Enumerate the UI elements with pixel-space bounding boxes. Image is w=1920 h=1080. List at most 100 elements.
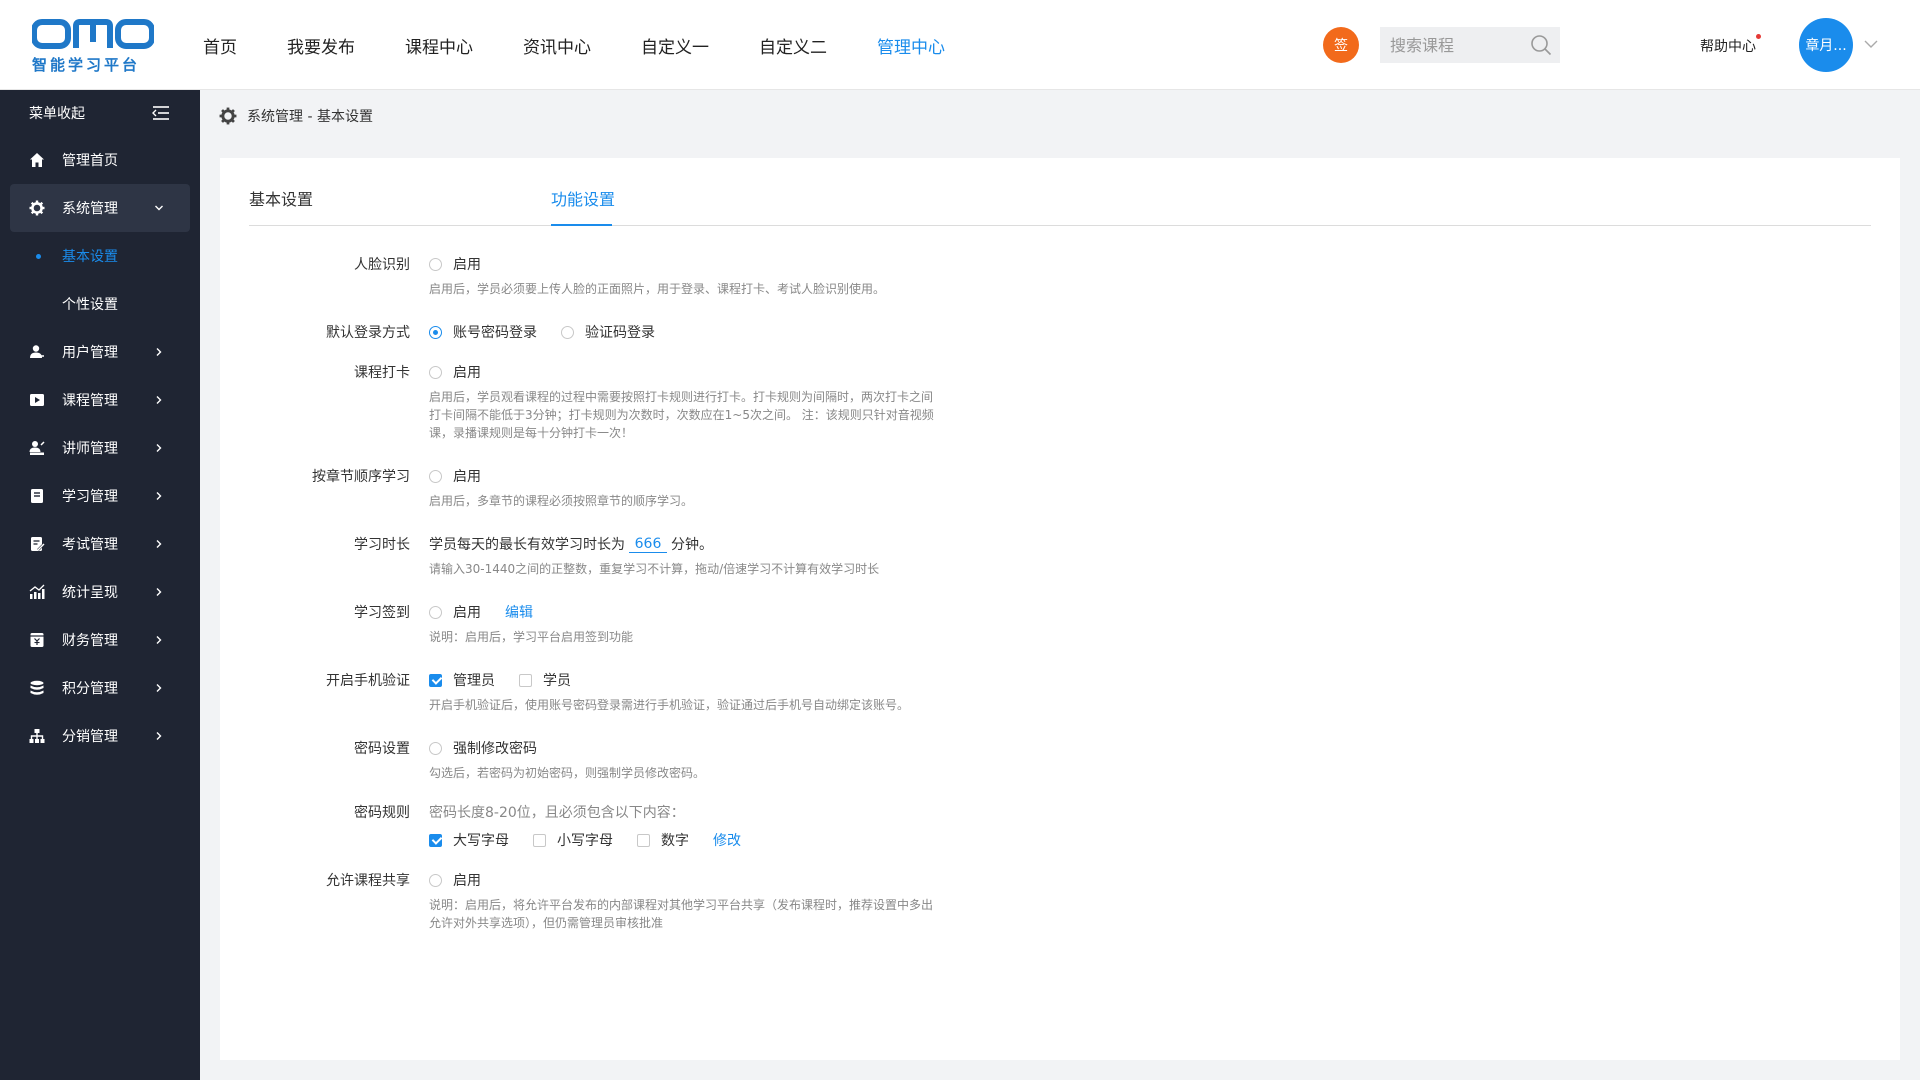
chevron-right-icon	[156, 444, 162, 452]
chart-icon	[29, 584, 45, 599]
database-icon	[30, 680, 44, 695]
checkbox-box	[533, 833, 546, 847]
sequence-enable-radio[interactable]: 启用	[429, 466, 481, 486]
phone-admin-checkbox[interactable]: 管理员	[429, 670, 495, 690]
radio-circle	[561, 325, 574, 339]
tab-function-settings[interactable]: 功能设置	[551, 186, 615, 210]
option-label: 大写字母	[453, 833, 509, 849]
logo[interactable]: 智能学习平台	[32, 18, 154, 74]
sidebar-item-label: 积分管理	[62, 681, 118, 697]
sidebar-item-teachers[interactable]: 讲师管理	[0, 424, 200, 472]
chevron-right-icon	[156, 684, 162, 692]
login-code-radio[interactable]: 验证码登录	[561, 322, 655, 342]
nav-home[interactable]: 首页	[203, 33, 237, 58]
sidebar-item-learning[interactable]: 学习管理	[0, 472, 200, 520]
setting-description: 说明：启用后，将允许平台发布的内部课程对其他学习平台共享（发布课程时，推荐设置中…	[429, 898, 934, 930]
chevron-right-icon	[156, 636, 162, 644]
sidebar-item-courses[interactable]: 课程管理	[0, 376, 200, 424]
option-label: 启用	[453, 365, 481, 381]
setting-field: 大写字母 小写字母 数字 修改	[429, 830, 741, 850]
option-label: 验证码登录	[585, 325, 655, 341]
option-label: 启用	[453, 605, 481, 621]
finance-icon	[30, 633, 44, 647]
sidebar-item-points[interactable]: 积分管理	[0, 664, 200, 712]
share-enable-radio[interactable]: 启用	[429, 870, 481, 890]
avatar[interactable]: 章月...	[1799, 18, 1853, 72]
option-label: 小写字母	[557, 833, 613, 849]
nav-news[interactable]: 资讯中心	[523, 33, 591, 58]
duration-prefix: 学员每天的最长有效学习时长为	[429, 537, 625, 553]
setting-label: 学习时长	[354, 537, 410, 553]
search-input[interactable]	[1380, 27, 1520, 63]
sidebar-item-distribution[interactable]: 分销管理	[0, 712, 200, 760]
main-nav: 首页 我要发布 课程中心 资讯中心 自定义一 自定义二 管理中心	[178, 0, 970, 90]
sidebar-item-label: 学习管理	[62, 489, 118, 505]
nav-publish[interactable]: 我要发布	[287, 33, 355, 58]
option-label: 数字	[661, 833, 689, 849]
face-enable-radio[interactable]: 启用	[429, 254, 481, 274]
hierarchy-icon	[29, 729, 45, 743]
sidebar-item-label: 考试管理	[62, 537, 118, 553]
rule-digit-checkbox[interactable]: 数字	[637, 830, 689, 850]
setting-field: 启用	[429, 254, 505, 274]
study-sign-edit-link[interactable]: 编辑	[505, 602, 533, 622]
sidebar-subitem-basic-settings[interactable]: 基本设置	[0, 232, 200, 280]
setting-field: 启用	[429, 362, 505, 382]
nav-admin[interactable]: 管理中心	[877, 33, 945, 58]
sidebar-item-finance[interactable]: 财务管理	[0, 616, 200, 664]
login-password-radio[interactable]: 账号密码登录	[429, 322, 537, 342]
sign-in-button[interactable]: 签	[1323, 27, 1359, 63]
radio-circle	[429, 365, 442, 379]
sidebar-item-exams[interactable]: 考试管理	[0, 520, 200, 568]
phone-student-checkbox[interactable]: 学员	[519, 670, 571, 690]
nav-custom-2[interactable]: 自定义二	[759, 33, 827, 58]
sidebar-item-label: 系统管理	[62, 201, 118, 217]
teacher-icon	[29, 441, 45, 455]
setting-label: 默认登录方式	[326, 325, 410, 341]
password-rule-edit-link[interactable]: 修改	[713, 830, 741, 850]
sidebar-item-label: 财务管理	[62, 633, 118, 649]
setting-label: 允许课程共享	[326, 873, 410, 889]
setting-description: 勾选后，若密码为初始密码，则强制学员修改密码。	[429, 766, 706, 780]
nav-courses[interactable]: 课程中心	[405, 33, 473, 58]
sidebar-subitem-personal-settings[interactable]: 个性设置	[0, 280, 200, 328]
rule-uppercase-checkbox[interactable]: 大写字母	[429, 830, 509, 850]
chevron-right-icon	[156, 492, 162, 500]
help-center-link[interactable]: 帮助中心	[1700, 34, 1761, 56]
checkin-enable-radio[interactable]: 启用	[429, 362, 481, 382]
sidebar-item-statistics[interactable]: 统计呈现	[0, 568, 200, 616]
breadcrumb: 系统管理 - 基本设置	[219, 104, 373, 128]
rule-lowercase-checkbox[interactable]: 小写字母	[533, 830, 613, 850]
setting-field: 账号密码登录 验证码登录	[429, 322, 679, 342]
option-label: 强制修改密码	[453, 741, 537, 757]
menu-collapse-toggle[interactable]: 菜单收起	[0, 90, 200, 136]
setting-description: 启用后，学员必须要上传人脸的正面照片，用于登录、课程打卡、考试人脸识别使用。	[429, 282, 886, 296]
chevron-down-icon[interactable]	[1863, 38, 1879, 50]
exam-icon	[31, 537, 45, 551]
settings-card: 基本设置 功能设置 人脸识别 启用 启用后，学员必须要上传人脸的正面照片，用于登…	[220, 158, 1900, 1060]
checkbox-box	[429, 673, 442, 687]
search-box	[1380, 27, 1560, 63]
menu-fold-icon	[152, 106, 169, 120]
force-change-password-radio[interactable]: 强制修改密码	[429, 738, 537, 758]
setting-description: 开启手机验证后，使用账号密码登录需进行手机验证，验证通过后手机号自动绑定该账号。	[429, 698, 910, 712]
nav-custom-1[interactable]: 自定义一	[641, 33, 709, 58]
checkbox-box	[637, 833, 650, 847]
setting-field: 启用	[429, 870, 505, 890]
radio-circle	[429, 469, 442, 483]
video-icon	[30, 394, 44, 406]
password-rule-intro: 密码长度8-20位，且必须包含以下内容：	[429, 805, 685, 821]
duration-input[interactable]	[629, 535, 667, 553]
sidebar-item-label: 管理首页	[62, 153, 118, 169]
user-icon	[30, 345, 44, 358]
sidebar-item-admin-home[interactable]: 管理首页	[0, 136, 200, 184]
sidebar-item-system[interactable]: 系统管理	[10, 184, 190, 232]
duration-suffix: 分钟。	[671, 537, 713, 553]
tab-basic-settings[interactable]: 基本设置	[249, 186, 313, 210]
chevron-right-icon	[156, 396, 162, 404]
setting-description: 请输入30-1440之间的正整数，重复学习不计算，拖动/倍速学习不计算有效学习时…	[429, 562, 880, 576]
sidebar-item-users[interactable]: 用户管理	[0, 328, 200, 376]
study-sign-enable-radio[interactable]: 启用	[429, 602, 481, 622]
search-icon[interactable]	[1530, 34, 1552, 56]
top-header: 智能学习平台 首页 我要发布 课程中心 资讯中心 自定义一 自定义二 管理中心 …	[0, 0, 1920, 90]
